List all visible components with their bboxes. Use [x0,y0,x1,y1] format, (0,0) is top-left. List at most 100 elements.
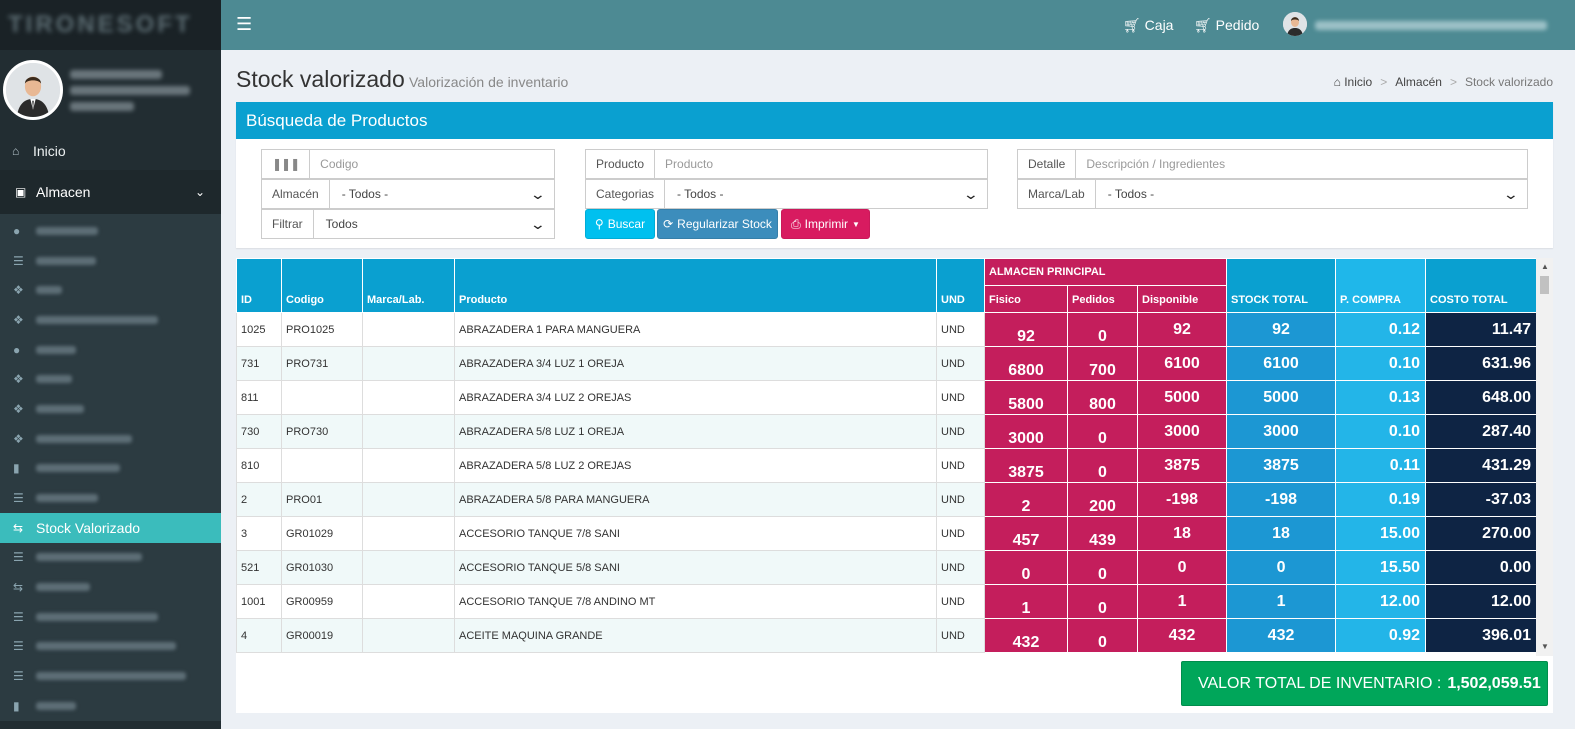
breadcrumb-home[interactable]: ⌂ Inicio [1334,75,1373,89]
regularizar-label: Regularizar Stock [677,217,772,231]
table-row[interactable]: 1001 GR00959 ACCESORIO TANQUE 7/8 ANDINO M… [236,584,1538,619]
sidebar-section-almacen[interactable]: ▣ Almacen ⌄ [0,170,221,214]
filtrar-select[interactable]: Todos ⌄ [314,210,554,238]
cell-p-compra: 0.10 [1335,346,1427,381]
sidebar-item-blurred[interactable]: ▮ [0,454,221,484]
sidebar-item-blurred[interactable]: ☰ [0,632,221,662]
home-icon: ⌂ [1333,75,1341,89]
col-header-p-compra[interactable]: P. COMPRA [1335,258,1427,313]
cell-producto: ABRAZADERA 5/8 PARA MANGUERA [454,482,937,517]
sidebar-item-inicio[interactable]: ⌂ Inicio [0,136,221,166]
pedido-link[interactable]: 🛒︎ Pedido [1194,17,1259,34]
table-row[interactable]: 3 GR01029 ACCESORIO TANQUE 7/8 SANI UND 457 4… [236,516,1538,551]
producto-label: Producto [586,150,656,178]
almacen-select[interactable]: - Todos - ⌄ [330,180,554,208]
caja-link[interactable]: 🛒︎ Caja [1123,17,1173,34]
scroll-up-icon[interactable]: ▲ [1541,262,1549,271]
menu-toggle-icon[interactable]: ☰ [236,15,252,33]
brand-logo[interactable]: TIRONESOFT [0,0,221,50]
user-avatar-small[interactable] [1283,12,1307,36]
almacen-label: Almacén [262,180,330,208]
col-header-stock-total[interactable]: STOCK TOTAL [1226,258,1337,313]
sidebar-item-label: Stock Valorizado [36,519,141,536]
col-header-disponible[interactable]: Disponible [1136,285,1228,313]
list-icon: ☰ [13,669,24,684]
marca-select[interactable]: - Todos - ⌄ [1096,180,1527,208]
cell-codigo: PRO731 [281,346,363,381]
buscar-button[interactable]: ⚲ Buscar [585,209,655,239]
sidebar-item-blurred[interactable]: ❖ [0,424,221,454]
scroll-thumb[interactable] [1540,276,1549,294]
cell-p-compra: 0.13 [1335,380,1427,415]
sidebar-item-blurred[interactable]: ☰ [0,543,221,573]
col-header-und[interactable]: UND [936,258,985,313]
sidebar-item-blurred[interactable]: ● [0,216,221,246]
sidebar-item-blurred[interactable]: ☰ [0,483,221,513]
cell-id: 1025 [236,312,282,347]
col-header-codigo[interactable]: Codigo [281,258,363,313]
sidebar-item-blurred[interactable]: ▮ [0,691,221,721]
cell-stock-total: 3875 [1226,448,1337,483]
breadcrumb-home-label: Inicio [1344,75,1373,89]
col-header-marca[interactable]: Marca/Lab. [362,258,455,313]
cell-pedidos: 0 [1067,414,1138,449]
sidebar-item-blurred[interactable]: ❖ [0,305,221,335]
cubes-icon: ❖ [13,431,24,446]
scroll-down-icon[interactable]: ▼ [1541,642,1549,651]
codigo-input[interactable]: Codigo [310,150,554,178]
cell-marca [362,312,455,347]
table-row[interactable]: 4 GR00019 ACEITE MAQUINA GRANDE UND 432 0 432 4… [236,618,1538,653]
sidebar-item-blurred[interactable]: ☰ [0,661,221,691]
col-header-producto[interactable]: Producto [454,258,937,313]
sidebar-item-stock-valorizado[interactable]: ⇆ Stock Valorizado [0,512,221,543]
detalle-input[interactable]: Descripción / Ingredientes [1076,150,1527,178]
cell-codigo: GR01029 [281,516,363,551]
table-row[interactable]: 811 ABRAZADERA 3/4 LUZ 2 OREJAS UND 5800 800… [236,380,1538,415]
cell-stock-total: 1 [1226,584,1337,619]
sidebar-item-blurred[interactable]: ☰ [0,602,221,632]
col-header-pedidos[interactable]: Pedidos [1067,285,1138,313]
cell-producto: ACCESORIO TANQUE 5/8 SANI [454,550,937,585]
cell-codigo: PRO730 [281,414,363,449]
categorias-select[interactable]: - Todos - ⌄ [665,180,987,208]
table-row[interactable]: 1025 PRO1025 ABRAZADERA 1 PARA MANGUERA UND… [236,312,1538,347]
table-row[interactable]: 730 PRO730 ABRAZADERA 5/8 LUZ 1 OREJA UND 30… [236,414,1538,449]
regularizar-stock-button[interactable]: ⟳ Regularizar Stock [657,209,778,239]
chevron-down-icon: ⌄ [529,215,547,232]
cart-icon: 🛒︎ [1194,17,1212,33]
col-header-fisico[interactable]: Fisico [984,285,1068,313]
cell-und: UND [936,380,985,415]
cell-und: UND [936,584,985,619]
cell-stock-total: 0 [1226,550,1337,585]
cell-costo-total: 270.00 [1425,516,1538,551]
table-row[interactable]: 521 GR01030 ACCESORIO TANQUE 5/8 SANI UND 0 0… [236,550,1538,585]
sidebar-item-blurred[interactable]: ❖ [0,364,221,394]
cell-fisico: 92 [984,312,1068,347]
sidebar-item-blurred[interactable]: ❖ [0,394,221,424]
col-header-costo-total[interactable]: COSTO TOTAL [1425,258,1538,313]
table-row[interactable]: 731 PRO731 ABRAZADERA 3/4 LUZ 1 OREJA UND 68… [236,346,1538,381]
chevron-down-icon: ⌄ [962,185,980,202]
dropbox-icon: ❖ [13,401,24,416]
sidebar-item-blurred[interactable]: ● [0,335,221,365]
cell-id: 810 [236,448,282,483]
sidebar-item-blurred[interactable]: ☰ [0,246,221,276]
cell-producto: ABRAZADERA 5/8 LUZ 1 OREJA [454,414,937,449]
cell-disponible: 0 [1136,550,1228,585]
table-scrollbar[interactable]: ▲ ▼ [1536,258,1553,656]
cell-p-compra: 15.00 [1335,516,1427,551]
cell-producto: ABRAZADERA 3/4 LUZ 1 OREJA [454,346,937,381]
imprimir-button[interactable]: ⎙ Imprimir ▼ [781,209,870,239]
col-header-id[interactable]: ID [236,258,282,313]
sidebar-item-blurred[interactable]: ❖ [0,275,221,305]
sidebar-item-blurred[interactable]: ⇆ [0,572,221,602]
imprimir-label: Imprimir [804,217,848,231]
producto-input[interactable]: Producto [655,150,987,178]
breadcrumb-section[interactable]: Almacén [1395,75,1442,89]
cell-fisico: 457 [984,516,1068,551]
cell-costo-total: 12.00 [1425,584,1538,619]
table-row[interactable]: 810 ABRAZADERA 5/8 LUZ 2 OREJAS UND 3875 0 38… [236,448,1538,483]
user-name-blurred[interactable] [1315,21,1547,30]
table-row[interactable]: 2 PRO01 ABRAZADERA 5/8 PARA MANGUERA UND 2 20… [236,482,1538,517]
categorias-field: Categorias - Todos - ⌄ [585,179,988,209]
